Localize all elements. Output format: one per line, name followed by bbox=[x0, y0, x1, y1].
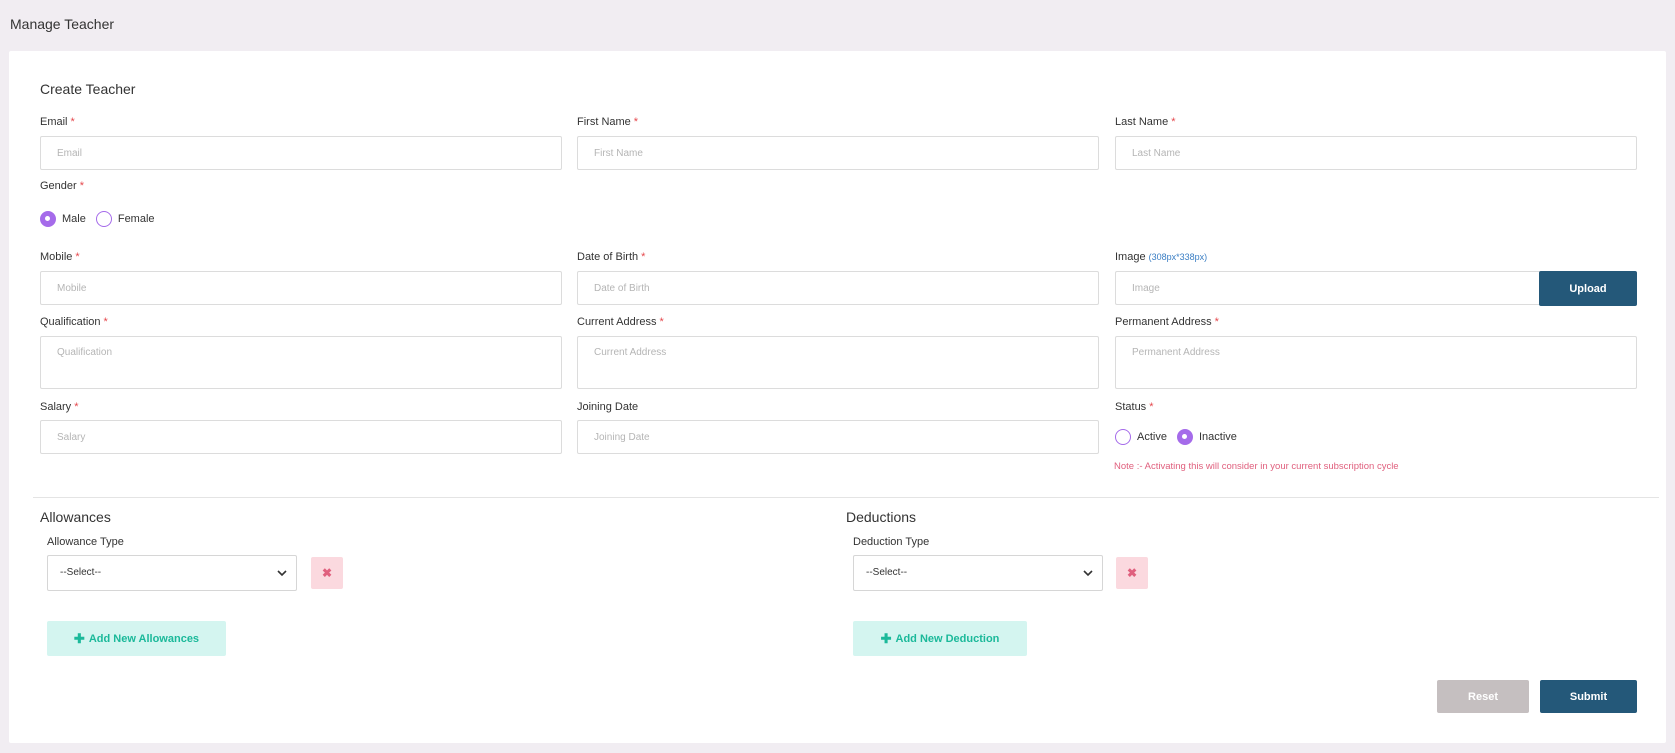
required-marker: * bbox=[70, 116, 75, 128]
required-marker: * bbox=[1149, 401, 1154, 413]
required-marker: * bbox=[74, 401, 79, 413]
first-name-label: First Name * bbox=[577, 116, 638, 128]
permanent-address-label-text: Permanent Address bbox=[1115, 316, 1212, 328]
deduction-type-label: Deduction Type bbox=[853, 536, 930, 548]
page-title: Manage Teacher bbox=[10, 16, 115, 32]
add-allowance-label: Add New Allowances bbox=[88, 632, 200, 645]
salary-label: Salary * bbox=[40, 401, 78, 413]
add-deduction-button[interactable]: ✚ Add New Deduction bbox=[853, 621, 1027, 656]
gender-option-female[interactable]: Female bbox=[95, 211, 155, 227]
gender-option-male[interactable]: Male bbox=[40, 211, 86, 227]
status-option-active[interactable]: Active bbox=[1115, 429, 1167, 445]
remove-deduction-button[interactable]: ✖ bbox=[1116, 557, 1148, 589]
status-label-text: Status bbox=[1115, 401, 1147, 413]
current-address-label-text: Current Address bbox=[577, 316, 657, 328]
status-note: Note :- Activating this will consider in… bbox=[1114, 461, 1399, 472]
allowance-type-label: Allowance Type bbox=[47, 536, 124, 548]
current-address-label: Current Address * bbox=[577, 316, 664, 328]
status-radio-group: Active Inactive bbox=[1115, 429, 1247, 445]
status-inactive-label: Inactive bbox=[1198, 431, 1237, 443]
status-label: Status * bbox=[1115, 401, 1153, 413]
first-name-input[interactable] bbox=[577, 136, 1099, 170]
deductions-title: Deductions bbox=[846, 509, 917, 525]
qualification-label: Qualification * bbox=[40, 316, 108, 328]
image-label: Image (308px*338px) bbox=[1115, 251, 1207, 263]
deduction-select-value: --Select-- bbox=[866, 567, 908, 578]
required-marker: * bbox=[1171, 116, 1176, 128]
qualification-label-text: Qualification bbox=[40, 316, 101, 328]
upload-button[interactable]: Upload bbox=[1539, 271, 1637, 306]
remove-allowance-button[interactable]: ✖ bbox=[311, 557, 343, 589]
first-name-label-text: First Name bbox=[577, 116, 631, 128]
email-label-text: Email bbox=[40, 116, 68, 128]
required-marker: * bbox=[633, 116, 639, 128]
close-icon: ✖ bbox=[321, 566, 333, 580]
permanent-address-textarea[interactable] bbox=[1115, 336, 1637, 389]
dob-label: Date of Birth * bbox=[577, 251, 645, 263]
submit-button[interactable]: Submit bbox=[1540, 680, 1637, 713]
gender-female-label: Female bbox=[117, 213, 155, 225]
close-icon: ✖ bbox=[1126, 566, 1138, 580]
required-marker: * bbox=[79, 180, 84, 192]
last-name-label: Last Name * bbox=[1115, 116, 1175, 128]
current-address-textarea[interactable] bbox=[577, 336, 1099, 389]
email-input[interactable] bbox=[40, 136, 562, 170]
radio-checked-icon[interactable] bbox=[1176, 429, 1193, 445]
allowance-type-select[interactable]: --Select-- bbox=[47, 555, 297, 591]
gender-male-label: Male bbox=[62, 213, 86, 225]
allowances-title: Allowances bbox=[40, 509, 111, 525]
joining-date-label: Joining Date bbox=[577, 401, 638, 413]
create-teacher-card: Create Teacher Email* First Name* Last N… bbox=[9, 51, 1666, 743]
permanent-address-label: Permanent Address * bbox=[1115, 316, 1219, 328]
section-divider bbox=[33, 497, 1659, 498]
image-input[interactable] bbox=[1115, 271, 1541, 305]
radio-unchecked-icon[interactable] bbox=[95, 211, 112, 227]
status-option-inactive[interactable]: Inactive bbox=[1176, 429, 1237, 445]
salary-input[interactable] bbox=[40, 420, 562, 454]
gender-label-text: Gender bbox=[40, 180, 77, 192]
mobile-input[interactable] bbox=[40, 271, 562, 305]
dob-input[interactable] bbox=[577, 271, 1099, 305]
last-name-input[interactable] bbox=[1115, 136, 1637, 170]
mobile-label-text: Mobile bbox=[40, 251, 73, 263]
salary-label-text: Salary bbox=[40, 401, 72, 413]
required-marker: * bbox=[103, 316, 108, 328]
gender-label: Gender * bbox=[40, 180, 84, 192]
status-active-label: Active bbox=[1137, 431, 1167, 443]
email-label: Email * bbox=[40, 116, 75, 128]
gender-radio-group: Male Female bbox=[40, 211, 165, 227]
mobile-label: Mobile * bbox=[40, 251, 80, 263]
required-marker: * bbox=[1214, 316, 1219, 328]
image-label-text: Image bbox=[1115, 251, 1146, 263]
reset-button[interactable]: Reset bbox=[1437, 680, 1529, 713]
allowance-select-value: --Select-- bbox=[60, 567, 102, 578]
add-allowance-button[interactable]: ✚ Add New Allowances bbox=[47, 621, 226, 656]
required-marker: * bbox=[659, 316, 664, 328]
last-name-label-text: Last Name bbox=[1115, 116, 1169, 128]
chevron-down-icon bbox=[1083, 570, 1093, 577]
radio-checked-icon[interactable] bbox=[40, 211, 56, 227]
required-marker: * bbox=[75, 251, 80, 263]
plus-icon: ✚ bbox=[73, 630, 85, 646]
qualification-textarea[interactable] bbox=[40, 336, 562, 389]
dob-label-text: Date of Birth bbox=[577, 251, 639, 263]
form-title: Create Teacher bbox=[40, 81, 136, 97]
required-marker: * bbox=[641, 251, 646, 263]
chevron-down-icon bbox=[277, 570, 287, 577]
add-deduction-label: Add New Deduction bbox=[895, 632, 1000, 645]
image-size-hint: (308px*338px) bbox=[1148, 252, 1208, 262]
radio-unchecked-icon[interactable] bbox=[1115, 429, 1131, 445]
plus-icon: ✚ bbox=[880, 630, 892, 646]
joining-date-label-text: Joining Date bbox=[577, 401, 639, 413]
deduction-type-select[interactable]: --Select-- bbox=[853, 555, 1103, 591]
joining-date-input[interactable] bbox=[577, 420, 1099, 454]
